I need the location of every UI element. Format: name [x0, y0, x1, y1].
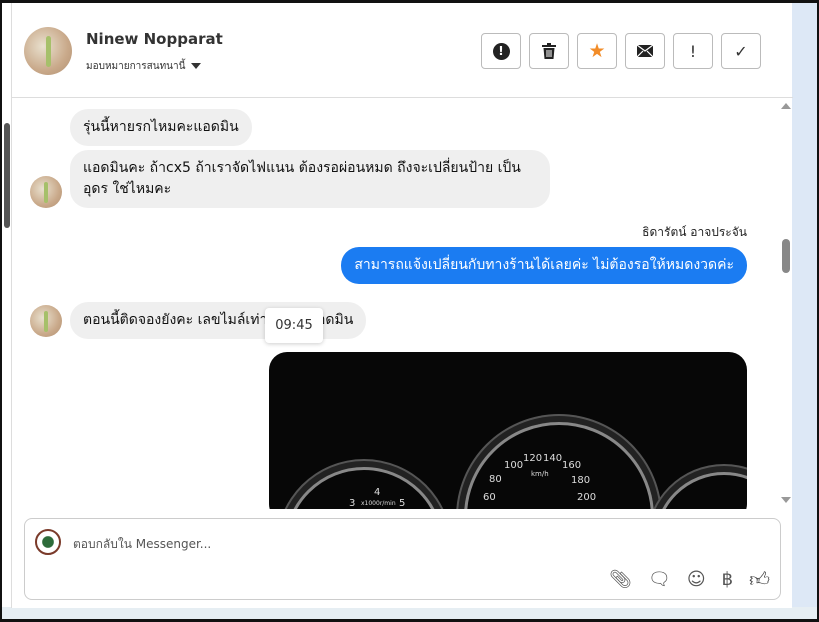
- action-toolbar: ! ★ ! ✓: [481, 33, 761, 69]
- message-bubble-outgoing: สามารถแจ้งเปลี่ยนกับทางร้านได้เลยค่ะ ไม่…: [341, 247, 747, 284]
- sender-avatar: [30, 305, 62, 337]
- gauge-number: 60: [483, 492, 496, 503]
- composer-tools: 📎︎ 🗨︎ ☺ ฿ 👍︎: [609, 567, 770, 592]
- gauge-unit: x1000r/min: [361, 500, 396, 507]
- caret-down-icon: [191, 63, 202, 69]
- done-button[interactable]: ✓: [721, 33, 761, 69]
- sender-name: ธิดารัตน์ อาจประจัน: [642, 225, 747, 239]
- fuel-gauge: [654, 472, 747, 509]
- sender-avatar: [30, 176, 62, 208]
- gauge-number: 200: [577, 492, 597, 503]
- message-bubble: รุ่นนี้หายรกไหมคะแอดมิน: [70, 109, 252, 146]
- star-button[interactable]: ★: [577, 33, 617, 69]
- conversation-header: Ninew Nopparat มอบหมายการสนทนานี้ ! ★ ! …: [12, 3, 793, 98]
- dashboard-photo[interactable]: 3 4 5 x1000r/min 60 80 100 120 140 160 1…: [269, 352, 747, 509]
- alert-octagon-icon: !: [492, 42, 510, 60]
- scroll-down-arrow[interactable]: [781, 497, 791, 503]
- page-avatar: [35, 529, 61, 555]
- gauge-number: 4: [374, 487, 381, 498]
- timestamp-tooltip: 09:45: [265, 308, 323, 343]
- thumbs-up-icon[interactable]: 👍︎: [749, 567, 770, 592]
- report-button[interactable]: !: [481, 33, 521, 69]
- delete-button[interactable]: [529, 33, 569, 69]
- message-bubble: แอดมินคะ ถ้าcx5 ถ้าเราจัดไฟแนน ต้องรอผ่อ…: [70, 150, 550, 208]
- gauge-number: 5: [399, 498, 406, 509]
- gauge-number: 100: [504, 460, 524, 471]
- trash-icon: [542, 43, 556, 59]
- mail-button[interactable]: [625, 33, 665, 69]
- scroll-up-arrow[interactable]: [781, 103, 791, 109]
- message-list: รุ่นนี้หายรกไหมคะแอดมิน แอดมินคะ ถ้าcx5 …: [12, 99, 793, 509]
- important-button[interactable]: !: [673, 33, 713, 69]
- reply-input[interactable]: ตอบกลับใน Messenger...: [73, 535, 211, 554]
- gauge-number: 3: [349, 498, 356, 509]
- gauge-number: 180: [571, 475, 591, 486]
- baht-payment-icon[interactable]: ฿: [722, 569, 733, 590]
- left-panel-edge: [2, 3, 11, 607]
- message-scrollbar[interactable]: [779, 99, 793, 509]
- check-icon: ✓: [734, 41, 748, 61]
- gauge-unit: km/h: [531, 470, 549, 478]
- scroll-thumb[interactable]: [782, 239, 790, 273]
- saved-reply-icon[interactable]: 🗨︎: [648, 569, 671, 590]
- assign-conversation-dropdown[interactable]: มอบหมายการสนทนานี้: [86, 59, 202, 74]
- reply-composer[interactable]: ตอบกลับใน Messenger... 📎︎ 🗨︎ ☺ ฿ 👍︎: [24, 518, 781, 600]
- exclamation-icon: !: [689, 41, 697, 61]
- emoji-icon[interactable]: ☺: [687, 569, 706, 590]
- assign-label: มอบหมายการสนทนานี้: [86, 61, 186, 72]
- gauge-number: 160: [562, 460, 582, 471]
- conversation-panel: Ninew Nopparat มอบหมายการสนทนานี้ ! ★ ! …: [11, 3, 793, 608]
- gauge-number: 140: [543, 453, 563, 464]
- left-scrollbar[interactable]: [4, 123, 10, 228]
- contact-name[interactable]: Ninew Nopparat: [86, 30, 223, 48]
- gauge-number: 120: [523, 453, 543, 464]
- envelope-icon: [637, 45, 653, 57]
- star-icon: ★: [588, 40, 606, 62]
- attachment-icon[interactable]: 📎︎: [609, 569, 632, 590]
- gauge-number: 80: [489, 474, 502, 485]
- contact-avatar[interactable]: [24, 27, 72, 75]
- right-panel-edge: [792, 3, 817, 607]
